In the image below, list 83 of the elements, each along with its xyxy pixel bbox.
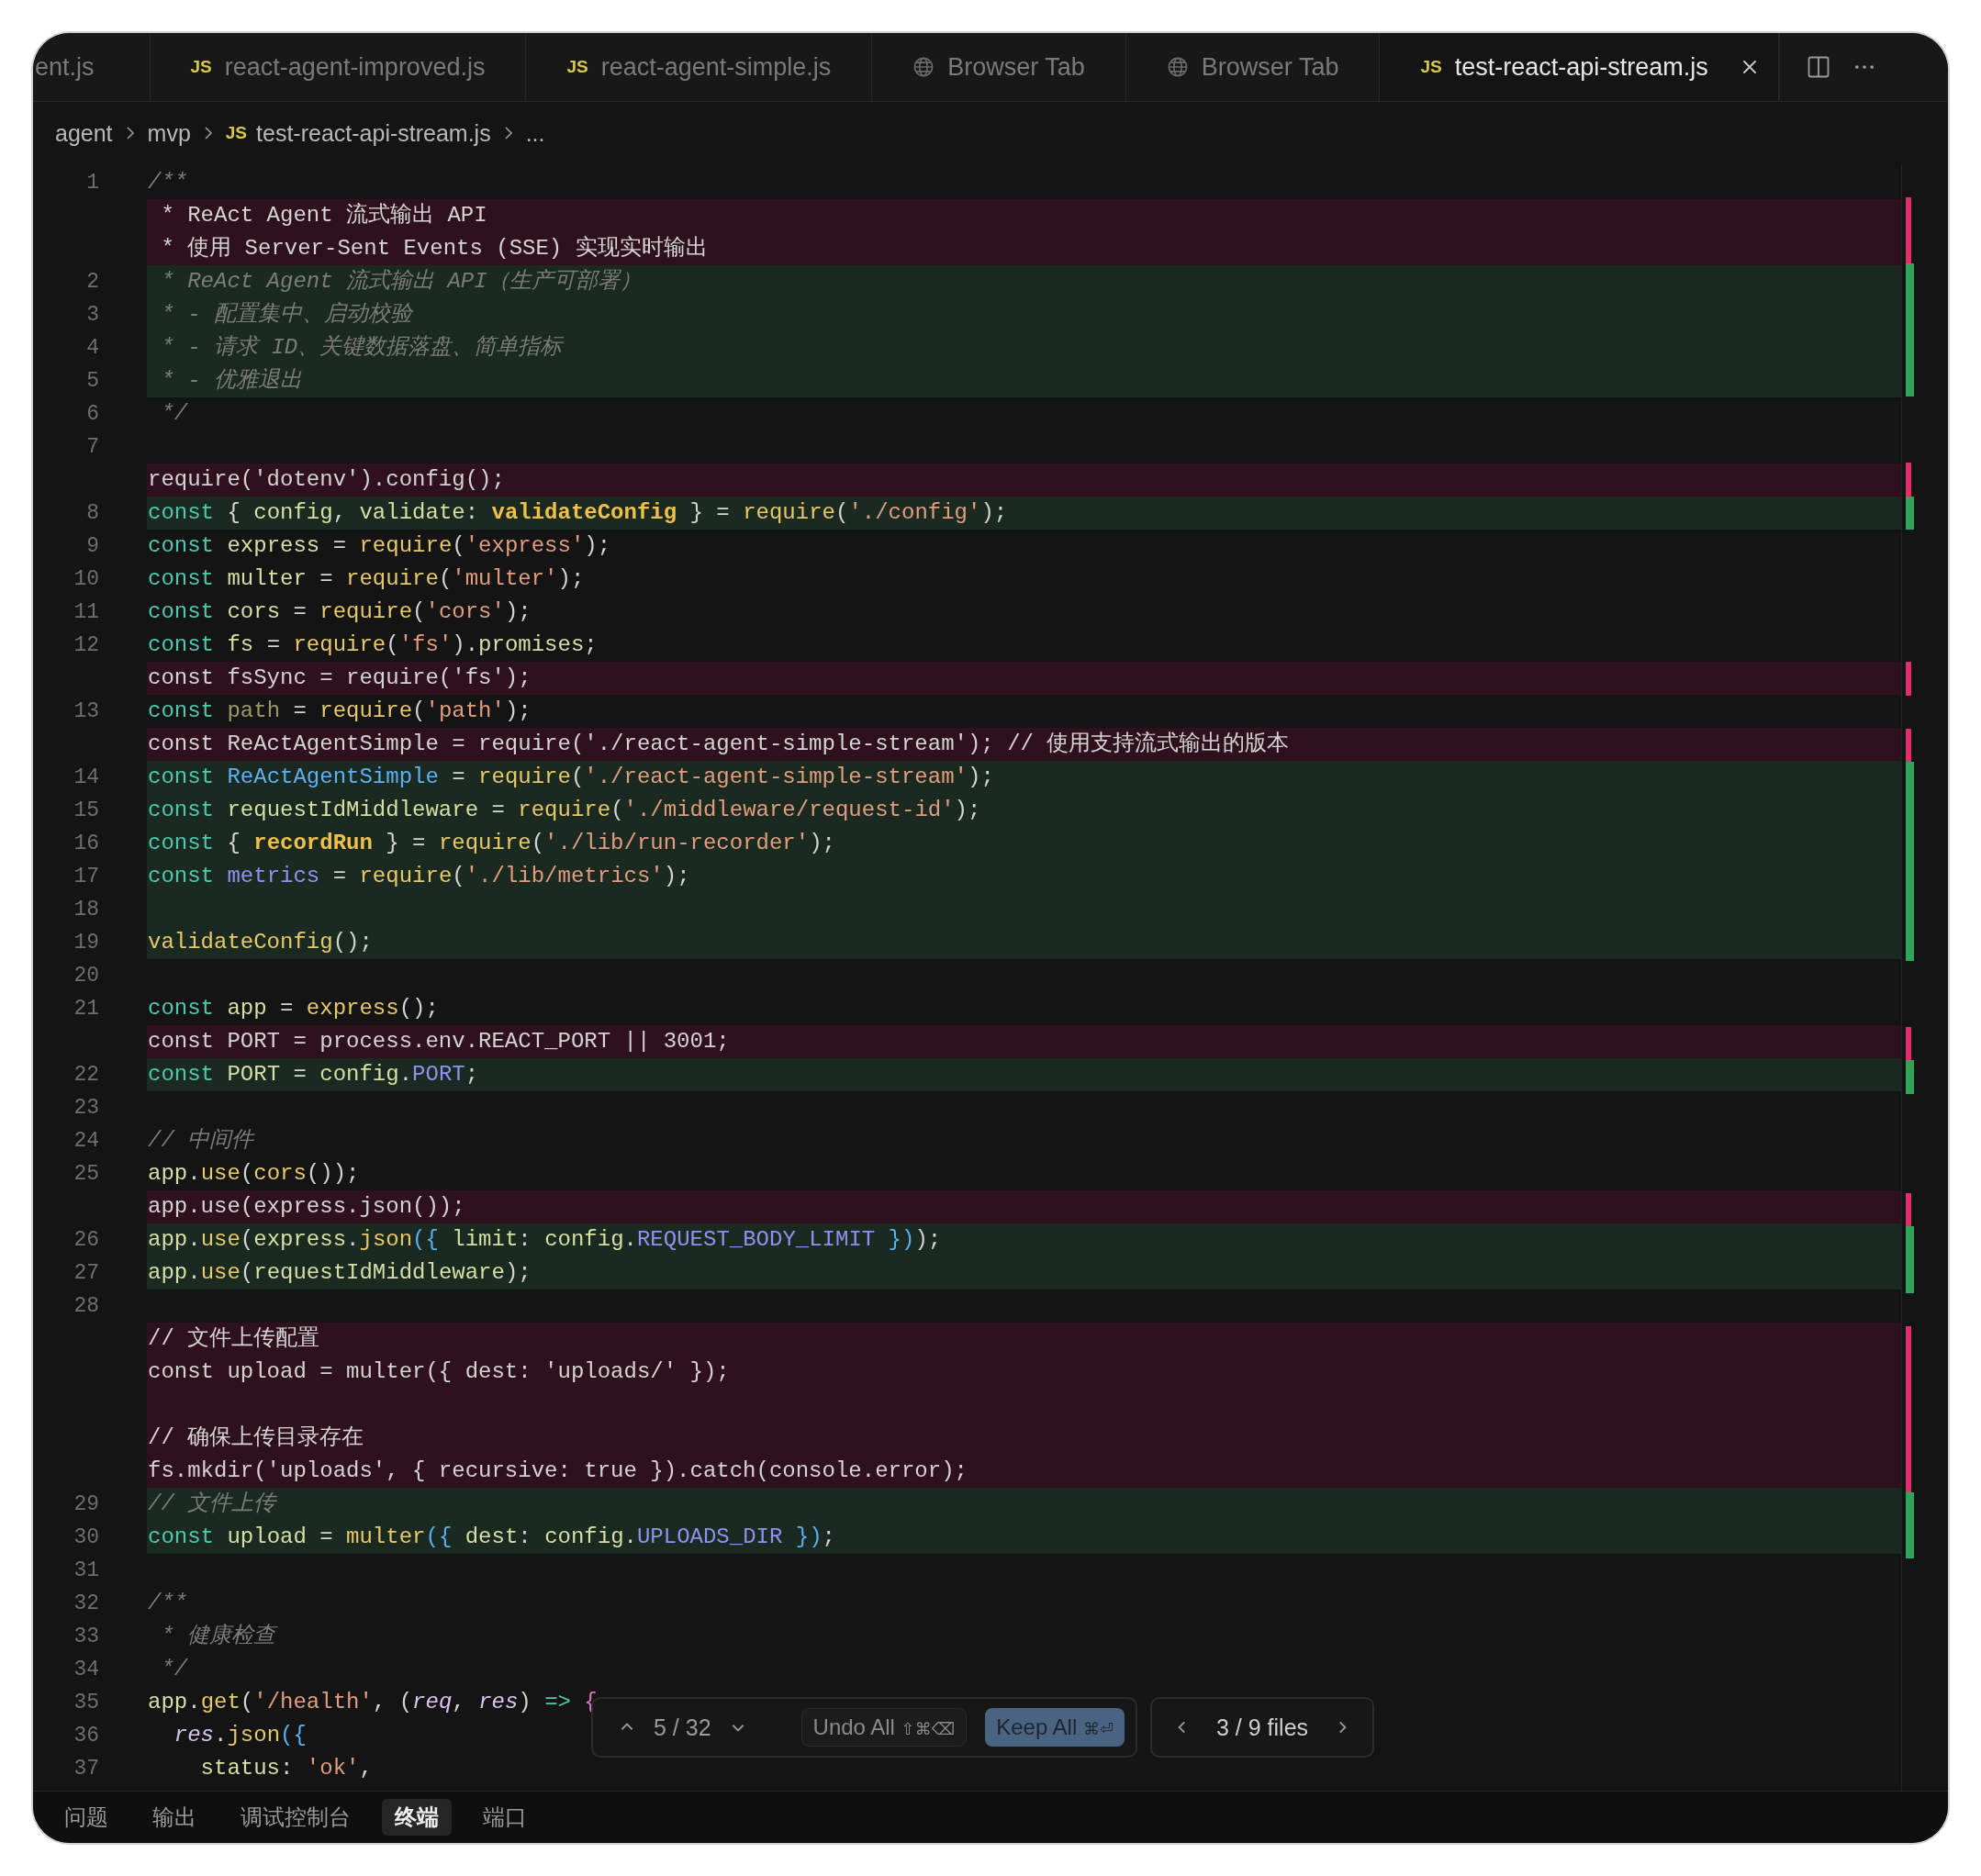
js-file-icon: JS xyxy=(1420,57,1442,77)
js-file-icon: JS xyxy=(190,57,212,77)
line-number: 30 xyxy=(73,1525,99,1549)
change-marker xyxy=(1906,662,1911,696)
editor-tab[interactable]: JS test-react-api-stream.js xyxy=(1380,33,1779,101)
globe-icon xyxy=(912,56,935,78)
line-number: 28 xyxy=(73,1294,99,1318)
line-number: 15 xyxy=(73,798,99,822)
code-line: const express = require('express'); xyxy=(147,532,611,560)
js-file-icon: JS xyxy=(566,57,588,77)
breadcrumb-item[interactable]: mvp xyxy=(147,119,191,147)
line-number: 27 xyxy=(73,1261,99,1285)
panel-tab[interactable]: 问题 xyxy=(51,1799,121,1836)
code-line: */ xyxy=(160,1656,188,1683)
line-number: 16 xyxy=(73,832,99,855)
js-file-icon: JS xyxy=(225,123,248,143)
line-number: 14 xyxy=(73,765,99,789)
line-number: 35 xyxy=(73,1691,99,1714)
line-number: 36 xyxy=(73,1724,99,1748)
change-counter: 5 / 32 xyxy=(654,1714,711,1741)
line-number: 20 xyxy=(73,964,99,988)
code-line: const app = express(); xyxy=(147,995,439,1022)
breadcrumb-item[interactable]: agent xyxy=(55,119,113,147)
code-line: /** xyxy=(147,1590,188,1617)
panel-tab[interactable]: 终端 xyxy=(382,1799,452,1836)
chevron-right-icon xyxy=(125,126,135,140)
line-number: 12 xyxy=(73,633,99,657)
code-line: * 健康检查 xyxy=(160,1623,276,1650)
line-number: 21 xyxy=(73,997,99,1021)
change-marker xyxy=(1906,363,1914,397)
code-line: // 中间件 xyxy=(147,1127,254,1155)
chevron-right-icon xyxy=(503,126,513,140)
line-number: 7 xyxy=(86,435,99,459)
line-number: 4 xyxy=(86,336,99,360)
line-number: 8 xyxy=(86,501,99,525)
editor-tab[interactable]: ent.js xyxy=(33,33,151,101)
line-number: 18 xyxy=(73,898,99,921)
line-number: 3 xyxy=(86,303,99,327)
line-number: 22 xyxy=(73,1063,99,1087)
line-number: 31 xyxy=(73,1558,99,1582)
panel-tab[interactable]: 端口 xyxy=(470,1799,540,1836)
undo-all-button[interactable]: Undo All ⇧⌘⌫ xyxy=(800,1708,968,1747)
line-number: 6 xyxy=(86,402,99,426)
code-line: status: 'ok', xyxy=(199,1755,373,1782)
panel-tab[interactable]: 调试控制台 xyxy=(228,1799,364,1836)
line-number: 32 xyxy=(73,1591,99,1615)
code-line: const path = require('path'); xyxy=(147,698,532,725)
line-number: 1 xyxy=(86,171,99,195)
code-line: const cors = require('cors'); xyxy=(147,598,532,626)
globe-icon xyxy=(1166,56,1189,78)
code-line: const fs = require('fs').promises; xyxy=(147,631,598,659)
line-number: 11 xyxy=(73,600,99,624)
line-number: 23 xyxy=(73,1096,99,1120)
line-number: 34 xyxy=(73,1658,99,1681)
editor-tab[interactable]: Browser Tab xyxy=(872,33,1126,101)
chevron-right-icon xyxy=(203,126,213,140)
change-marker xyxy=(1906,927,1914,961)
line-number: 9 xyxy=(86,534,99,558)
line-number: 13 xyxy=(73,699,99,723)
code-line: const multer = require('multer'); xyxy=(147,565,585,593)
line-number: 37 xyxy=(73,1757,99,1781)
file-counter: 3 / 9 files xyxy=(1216,1714,1309,1741)
code-line: res.json({ xyxy=(173,1722,307,1749)
code-line: */ xyxy=(160,400,188,428)
line-number: 10 xyxy=(73,567,99,591)
editor-tab[interactable]: JS react-agent-improved.js xyxy=(150,33,527,101)
line-number: 29 xyxy=(73,1492,99,1516)
breadcrumb-item[interactable]: test-react-api-stream.js xyxy=(256,119,491,147)
line-number: 24 xyxy=(73,1129,99,1153)
code-line: /** xyxy=(147,169,188,196)
line-number: 17 xyxy=(73,865,99,888)
line-number: 5 xyxy=(86,369,99,393)
line-number: 33 xyxy=(73,1625,99,1648)
line-number: 19 xyxy=(73,931,99,955)
breadcrumb-item[interactable]: ... xyxy=(525,119,545,147)
line-number: 26 xyxy=(73,1228,99,1252)
change-marker xyxy=(1906,1259,1914,1293)
change-marker xyxy=(1906,1524,1914,1558)
editor-tab[interactable]: JS react-agent-simple.js xyxy=(526,33,873,101)
code-line: app.use(cors()); xyxy=(147,1160,360,1188)
line-number: 25 xyxy=(73,1162,99,1186)
panel-tab[interactable]: 输出 xyxy=(140,1799,209,1836)
line-number: 2 xyxy=(86,270,99,294)
